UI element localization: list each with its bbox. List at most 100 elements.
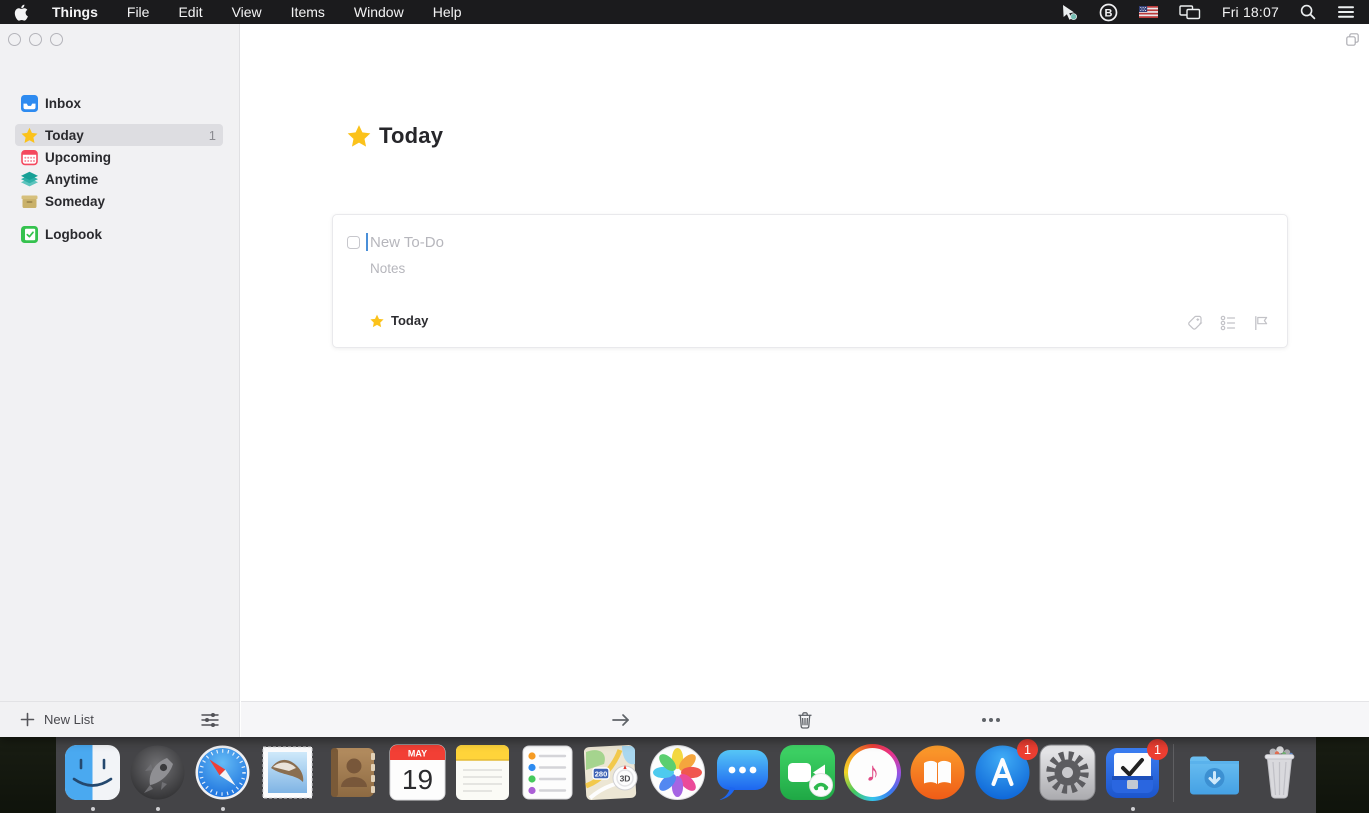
today-star-icon-small [370, 314, 384, 328]
sidebar-item-label: Today [45, 128, 84, 143]
things-window: Inbox Today 1 Upcoming Anytime [0, 24, 1369, 737]
sidebar-item-label: Logbook [45, 227, 102, 242]
main-content: Today New To-Do Notes Today [241, 24, 1369, 737]
anytime-layers-icon [21, 171, 38, 188]
menu-edit[interactable]: Edit [178, 4, 202, 20]
notification-center-icon[interactable] [1337, 5, 1355, 19]
add-deadline-flag-icon[interactable] [1253, 315, 1269, 331]
logbook-icon [21, 226, 38, 243]
dock-facetime[interactable] [779, 744, 836, 801]
todo-notes-input[interactable]: Notes [370, 261, 405, 276]
svg-text:280: 280 [595, 770, 608, 779]
dock: MAY 19 2803D ♪ 1 [56, 737, 1316, 813]
dock-itunes[interactable]: ♪ [844, 744, 901, 801]
today-star-icon [21, 127, 38, 144]
dock-app-store[interactable]: 1 [974, 744, 1031, 801]
dock-launchpad[interactable] [129, 744, 186, 801]
sidebar-item-logbook[interactable]: Logbook [0, 223, 239, 245]
todo-when-tag[interactable]: Today [370, 313, 428, 328]
dock-trash[interactable] [1251, 744, 1308, 801]
dock-contacts[interactable] [324, 744, 381, 801]
running-indicator [1131, 807, 1135, 811]
overlapping-windows-icon [1345, 32, 1360, 47]
today-count-badge: 1 [209, 128, 216, 143]
dock-photos[interactable] [649, 744, 706, 801]
dock-messages[interactable] [714, 744, 771, 801]
dock-reminders[interactable] [519, 744, 576, 801]
view-options-button[interactable] [201, 712, 219, 728]
todo-action-buttons [1187, 315, 1269, 331]
sidebar-item-upcoming[interactable]: Upcoming [0, 146, 239, 168]
dock-downloads-folder[interactable] [1186, 744, 1243, 801]
input-source-us-flag-icon[interactable] [1139, 6, 1158, 18]
sidebar-item-label: Someday [45, 194, 105, 209]
dock-mail[interactable] [259, 744, 316, 801]
sidebar-footer: New List [0, 701, 239, 737]
svg-text:MAY: MAY [408, 749, 427, 759]
more-actions-button[interactable] [981, 702, 1001, 738]
plus-icon [20, 712, 35, 727]
zoom-window-button[interactable] [50, 33, 63, 46]
add-tag-icon[interactable] [1187, 315, 1203, 331]
sidebar-item-label: Anytime [45, 172, 98, 187]
main-toolbar [241, 701, 1369, 737]
someday-box-icon [21, 193, 38, 210]
spotlight-search-icon[interactable] [1300, 4, 1316, 20]
add-checklist-icon[interactable] [1220, 315, 1236, 331]
arrow-right-icon [611, 713, 631, 727]
dock-books[interactable] [909, 744, 966, 801]
todo-checkbox[interactable] [347, 236, 360, 249]
apple-menu[interactable] [14, 4, 28, 21]
new-todo-editor: New To-Do Notes Today [332, 214, 1288, 348]
todo-title-input[interactable]: New To-Do [370, 234, 444, 251]
desktop-wallpaper: MAY 19 2803D ♪ 1 [0, 737, 1369, 813]
dock-calendar[interactable]: MAY 19 [389, 744, 446, 801]
menu-file[interactable]: File [127, 4, 150, 20]
sidebar-item-label: Upcoming [45, 150, 111, 165]
dock-finder[interactable] [64, 744, 121, 801]
window-picture-in-picture-button[interactable] [1345, 32, 1360, 52]
window-controls [8, 33, 63, 46]
new-list-button[interactable]: New List [20, 712, 94, 727]
trash-icon [797, 711, 813, 729]
delete-button[interactable] [797, 702, 813, 738]
menu-window[interactable]: Window [354, 4, 404, 20]
svg-text:B: B [1104, 7, 1112, 19]
page-title: Today [347, 123, 443, 149]
menu-bar: Things File Edit View Items Window Help … [0, 0, 1369, 24]
dock-maps[interactable]: 2803D [584, 744, 641, 801]
close-window-button[interactable] [8, 33, 21, 46]
dock-things[interactable]: 1 [1104, 744, 1161, 801]
sidebar-item-someday[interactable]: Someday [0, 190, 239, 212]
itunes-ring: ♪ [844, 744, 901, 801]
move-button[interactable] [611, 702, 631, 738]
minimize-window-button[interactable] [29, 33, 42, 46]
sidebar: Inbox Today 1 Upcoming Anytime [0, 24, 240, 737]
today-star-icon-large [347, 124, 371, 148]
menu-items[interactable]: Items [291, 4, 325, 20]
menu-things[interactable]: Things [52, 4, 98, 20]
sidebar-item-label: Inbox [45, 96, 81, 111]
ellipsis-icon [981, 717, 1001, 723]
b-circle-icon[interactable]: B [1099, 3, 1118, 22]
sidebar-item-anytime[interactable]: Anytime [0, 168, 239, 190]
menu-view[interactable]: View [232, 4, 262, 20]
screen-sharing-icon[interactable] [1061, 4, 1078, 21]
running-indicator [91, 807, 95, 811]
displays-icon[interactable] [1179, 5, 1201, 20]
todo-when-label: Today [391, 313, 428, 328]
svg-text:19: 19 [402, 764, 433, 795]
dock-system-preferences[interactable] [1039, 744, 1096, 801]
menu-bar-clock[interactable]: Fri 18:07 [1222, 4, 1279, 20]
page-title-text: Today [379, 123, 443, 149]
sidebar-item-today[interactable]: Today 1 [15, 124, 223, 146]
dock-separator [1173, 744, 1174, 802]
dock-safari[interactable] [194, 744, 251, 801]
menu-help[interactable]: Help [433, 4, 462, 20]
inbox-icon [21, 95, 38, 112]
apple-logo-icon [14, 4, 28, 21]
sliders-icon [201, 712, 219, 728]
upcoming-calendar-icon [21, 149, 38, 166]
dock-notes[interactable] [454, 744, 511, 801]
sidebar-item-inbox[interactable]: Inbox [0, 92, 239, 114]
